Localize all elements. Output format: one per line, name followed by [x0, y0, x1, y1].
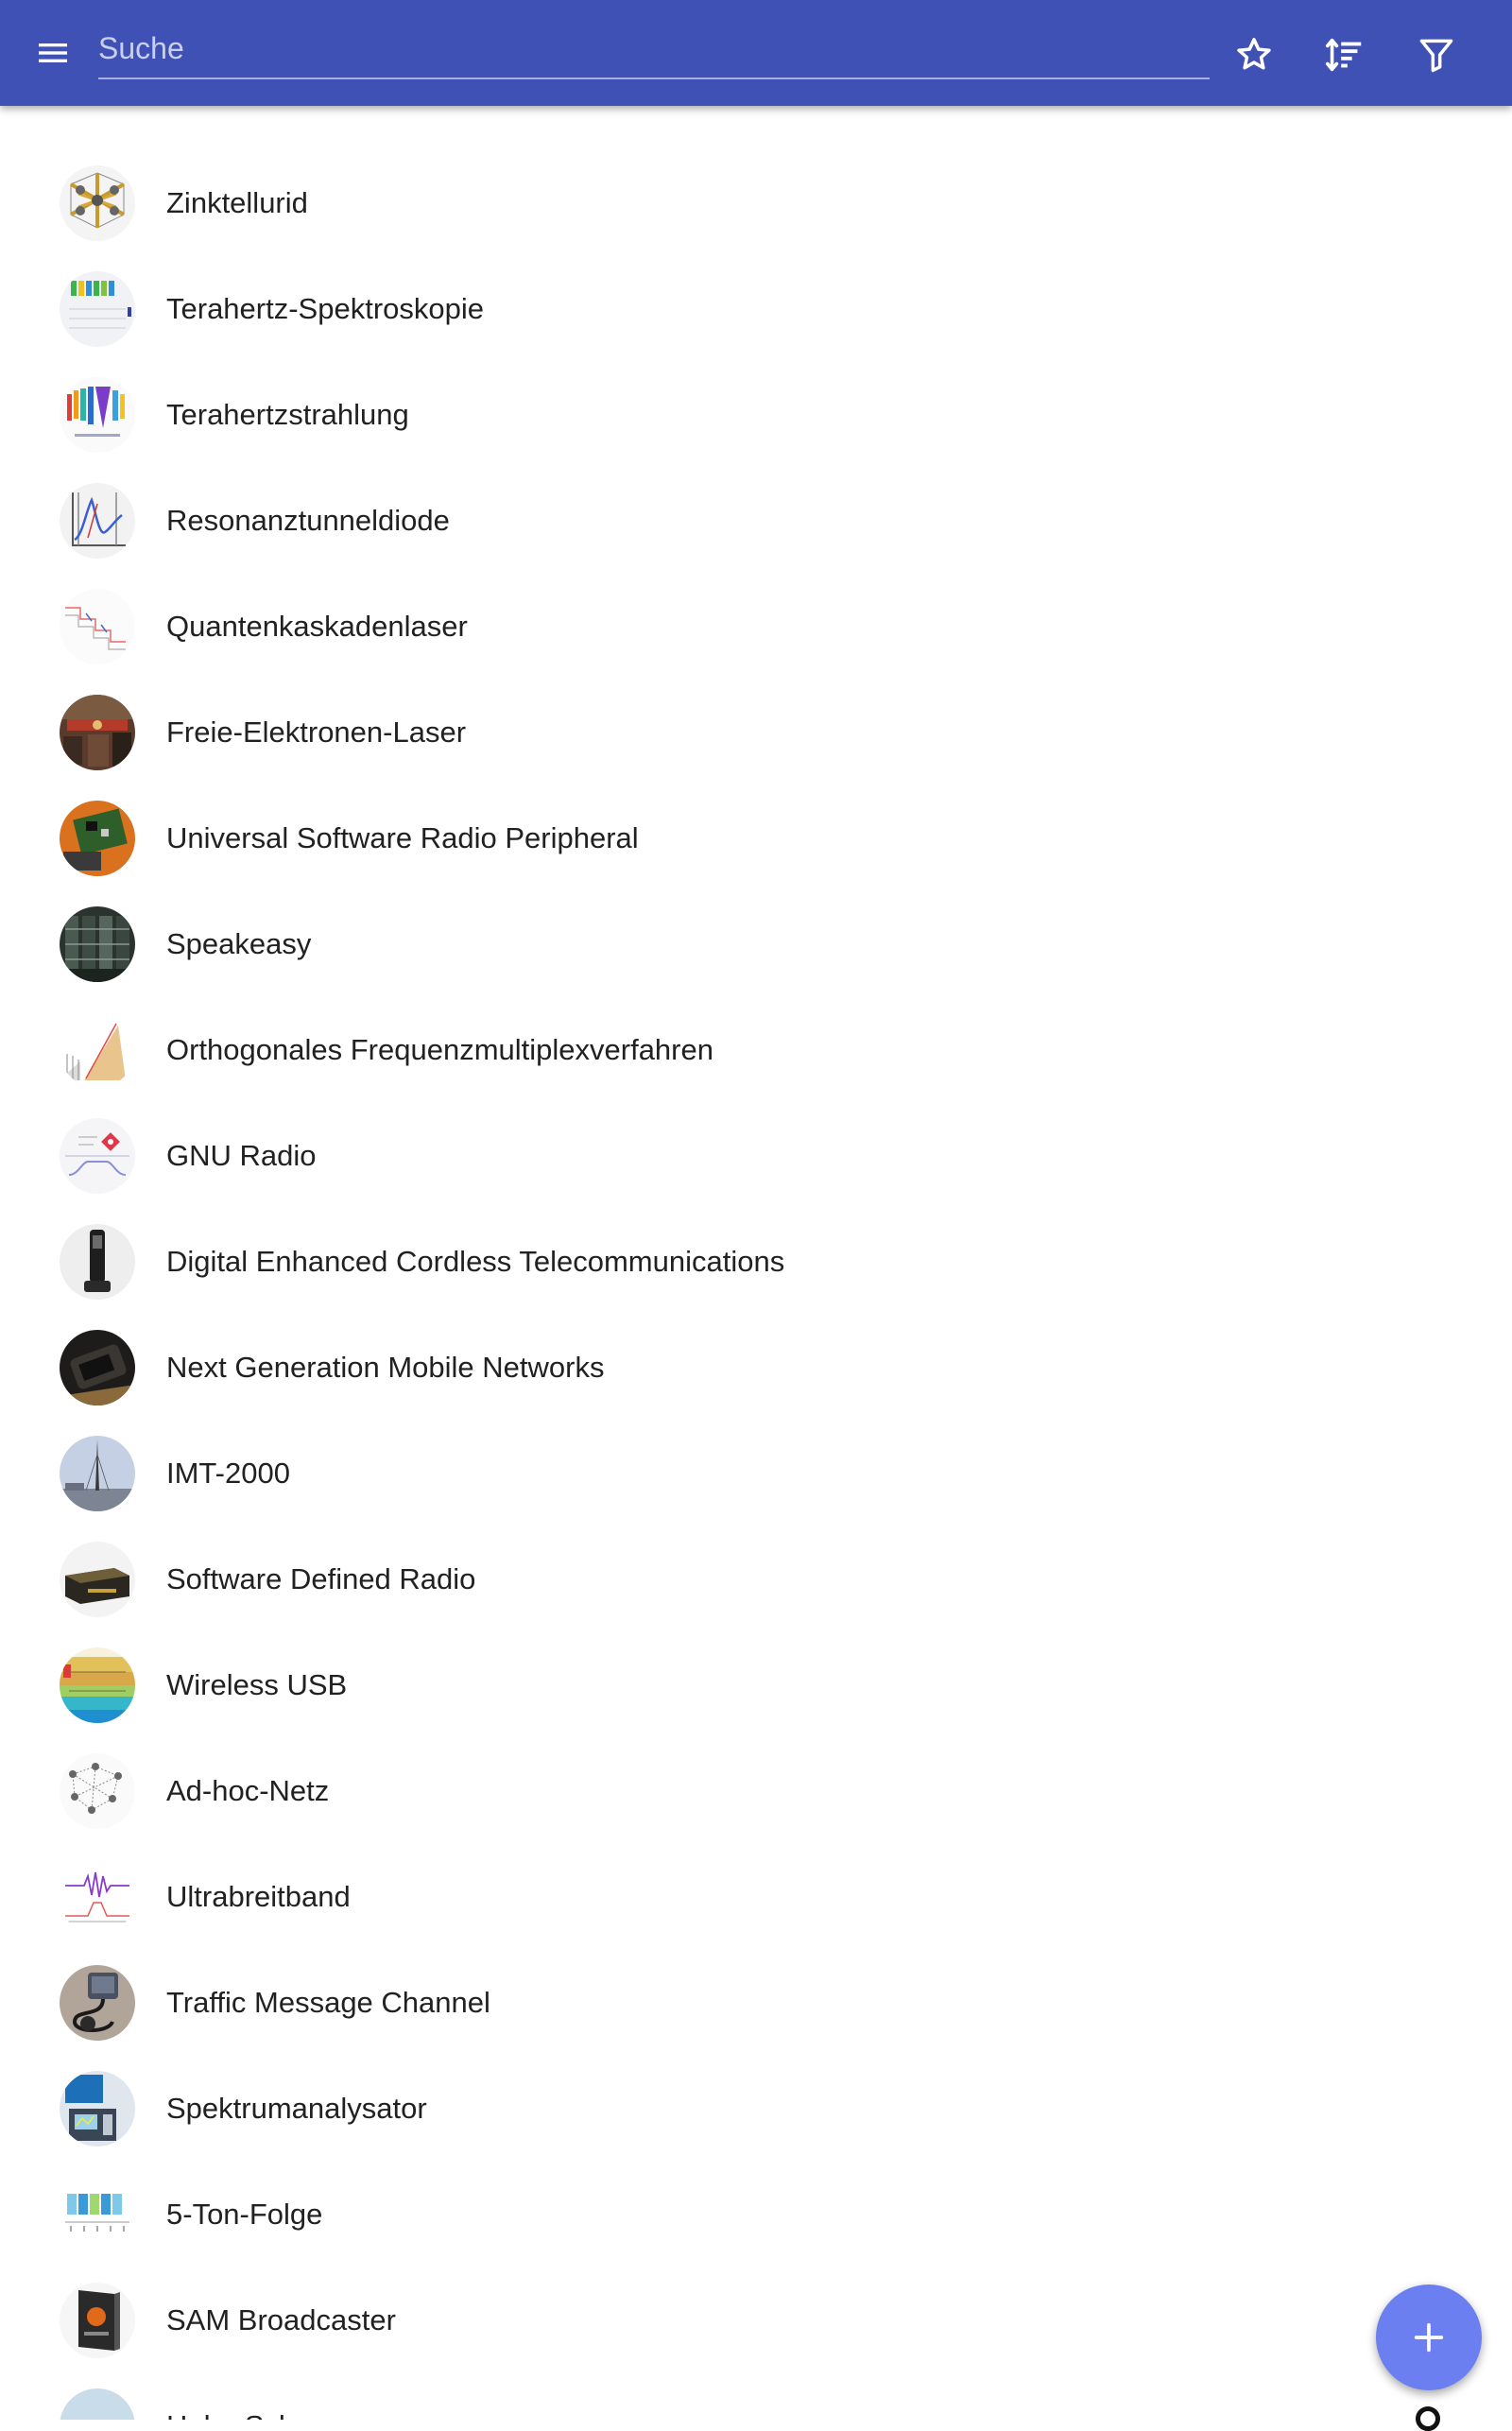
list-item[interactable]: Software Defined Radio — [0, 1526, 1512, 1632]
article-thumbnail — [60, 377, 135, 453]
article-title: Quantenkaskadenlaser — [166, 610, 468, 643]
article-title: Spektrumanalysator — [166, 2092, 427, 2125]
list-item[interactable]: Zinktellurid — [0, 150, 1512, 256]
article-title: Wireless USB — [166, 1668, 348, 1701]
plus-icon — [1414, 2322, 1444, 2353]
article-thumbnail — [60, 1224, 135, 1300]
article-thumbnail — [60, 589, 135, 664]
article-title: IMT-2000 — [166, 1457, 290, 1490]
article-thumbnail — [60, 483, 135, 559]
article-thumbnail — [60, 801, 135, 876]
star-outline-icon — [1237, 38, 1271, 70]
list-item[interactable]: GNU Radio — [0, 1103, 1512, 1209]
article-thumbnail — [60, 2071, 135, 2147]
article-title: Resonanztunneldiode — [166, 504, 450, 537]
article-thumbnail — [60, 695, 135, 770]
article-title: Terahertzstrahlung — [166, 398, 409, 431]
article-thumbnail — [60, 2283, 135, 2358]
article-title: Ultrabreitband — [166, 1880, 351, 1913]
list-item[interactable]: Spektrumanalysator — [0, 2056, 1512, 2162]
sort-icon — [1325, 38, 1362, 72]
article-thumbnail — [60, 1753, 135, 1829]
sort-button[interactable] — [1314, 25, 1375, 85]
list-item[interactable]: Next Generation Mobile Networks — [0, 1315, 1512, 1421]
article-thumbnail — [60, 165, 135, 241]
article-title: Speakeasy — [166, 927, 312, 960]
article-list: Zinktellurid Terahertz-Spektroskopie Ter… — [0, 106, 1512, 2420]
list-item[interactable]: Ad-hoc-Netz — [0, 1738, 1512, 1844]
search-field — [98, 19, 1210, 79]
list-item[interactable]: Ultrabreitband — [0, 1844, 1512, 1950]
list-item[interactable]: Freie-Elektronen-Laser — [0, 680, 1512, 785]
list-item[interactable]: SAM Broadcaster — [0, 2267, 1512, 2373]
filter-button[interactable] — [1406, 25, 1467, 85]
article-title: Orthogonales Frequenzmultiplexverfahren — [166, 1033, 713, 1066]
list-item[interactable]: Orthogonales Frequenzmultiplexverfahren — [0, 997, 1512, 1103]
article-title: Next Generation Mobile Networks — [166, 1351, 605, 1384]
article-title: GNU Radio — [166, 1139, 317, 1172]
add-button[interactable] — [1376, 2284, 1482, 2390]
list-item[interactable]: Hohe Schwane — [0, 2373, 1512, 2420]
article-thumbnail — [60, 1647, 135, 1723]
hamburger-menu-icon — [39, 43, 67, 62]
article-title: Terahertz-Spektroskopie — [166, 292, 484, 325]
filter-icon — [1419, 39, 1453, 73]
article-thumbnail — [60, 1965, 135, 2041]
article-thumbnail — [60, 906, 135, 982]
article-title: Universal Software Radio Peripheral — [166, 821, 639, 854]
article-title: Software Defined Radio — [166, 1562, 476, 1595]
menu-button[interactable] — [25, 25, 81, 81]
article-thumbnail — [60, 1859, 135, 1935]
list-item[interactable]: Terahertzstrahlung — [0, 362, 1512, 468]
list-item[interactable]: Universal Software Radio Peripheral — [0, 785, 1512, 891]
list-item[interactable]: Terahertz-Spektroskopie — [0, 256, 1512, 362]
app-bar — [0, 0, 1512, 106]
list-item[interactable]: Quantenkaskadenlaser — [0, 574, 1512, 680]
search-input[interactable] — [98, 19, 1210, 78]
article-thumbnail — [60, 2388, 135, 2420]
list-item[interactable]: 5-Ton-Folge — [0, 2162, 1512, 2267]
list-item[interactable]: IMT-2000 — [0, 1421, 1512, 1526]
list-item[interactable]: Speakeasy — [0, 891, 1512, 997]
article-title: Freie-Elektronen-Laser — [166, 716, 467, 749]
article-title: Ad-hoc-Netz — [166, 1774, 330, 1807]
article-thumbnail — [60, 1542, 135, 1617]
article-thumbnail — [60, 1436, 135, 1511]
favorites-button[interactable] — [1224, 25, 1284, 85]
list-item[interactable]: Digital Enhanced Cordless Telecommunicat… — [0, 1209, 1512, 1315]
article-thumbnail — [60, 1118, 135, 1194]
article-thumbnail — [60, 1012, 135, 1088]
article-title: Digital Enhanced Cordless Telecommunicat… — [166, 1245, 785, 1278]
article-thumbnail — [60, 271, 135, 347]
list-item[interactable]: Resonanztunneldiode — [0, 468, 1512, 574]
article-title: 5-Ton-Folge — [166, 2198, 323, 2231]
article-title: Zinktellurid — [166, 186, 308, 219]
list-item[interactable]: Wireless USB — [0, 1632, 1512, 1738]
article-title: Traffic Message Channel — [166, 1986, 490, 2019]
article-title: Hohe Schwane — [166, 2373, 365, 2420]
article-title: SAM Broadcaster — [166, 2303, 396, 2336]
scroll-indicator — [1416, 2406, 1440, 2431]
article-thumbnail — [60, 1330, 135, 1405]
article-thumbnail — [60, 2177, 135, 2252]
list-item[interactable]: Traffic Message Channel — [0, 1950, 1512, 2056]
